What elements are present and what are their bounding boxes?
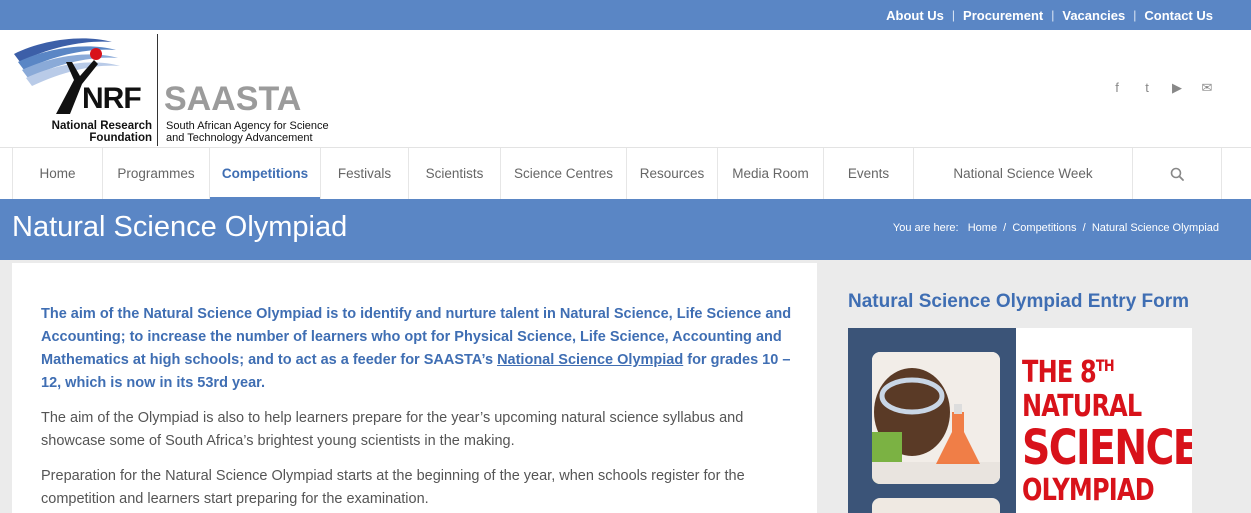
site-logo[interactable]: NRF SAASTA National Research Foundation … <box>12 32 342 146</box>
poster-line-3: SCIENCE <box>1022 420 1192 476</box>
nav-item-home[interactable]: Home <box>13 148 103 199</box>
vacancies-link[interactable]: Vacancies <box>1054 8 1133 23</box>
entry-form-poster[interactable]: THE 8TH NATURAL SCIENCE OLYMPIAD <box>848 328 1192 513</box>
mail-icon[interactable]: ✉ <box>1199 80 1215 96</box>
sidebar-title: Natural Science Olympiad Entry Form <box>848 291 1190 312</box>
poster-photo-child <box>872 352 1000 484</box>
nrf-subtitle-line2: Foundation <box>89 132 152 144</box>
poster-line-1: THE 8TH <box>1022 358 1158 388</box>
saasta-subtitle-line1: South African Agency for Science <box>166 120 329 132</box>
nav-item-media-room[interactable]: Media Room <box>718 148 824 199</box>
youtube-icon[interactable]: ▶ <box>1169 80 1185 96</box>
body-paragraph: Preparation for the Natural Science Olym… <box>41 468 745 507</box>
nav-item-national-science-week[interactable]: National Science Week <box>914 148 1133 199</box>
nav-item-science-centres[interactable]: Science Centres <box>501 148 627 199</box>
intro-paragraph: The aim of the Natural Science Olympiad … <box>41 303 796 395</box>
search-icon <box>1170 167 1184 181</box>
top-utility-bar: About Us | Procurement | Vacancies | Con… <box>0 0 1251 30</box>
procurement-link[interactable]: Procurement <box>955 8 1051 23</box>
social-links: f t ▶ ✉ <box>1109 80 1215 96</box>
about-us-link[interactable]: About Us <box>878 8 952 23</box>
national-science-olympiad-link[interactable]: National Science Olympiad <box>497 352 683 368</box>
breadcrumb-current: Natural Science Olympiad <box>1091 222 1219 234</box>
child-with-flask-image <box>872 352 1000 484</box>
poster-line-1-sup: TH <box>1095 356 1115 375</box>
poster-line-4: OLYMPIAD <box>1022 473 1155 508</box>
poster-title: THE 8TH NATURAL SCIENCE OLYMPIAD <box>1022 358 1192 506</box>
breadcrumb-home[interactable]: Home <box>968 222 997 234</box>
nav-item-resources[interactable]: Resources <box>627 148 718 199</box>
nav-item-competitions[interactable]: Competitions <box>210 148 321 199</box>
logo-divider <box>157 34 158 146</box>
contact-us-link[interactable]: Contact Us <box>1136 8 1221 23</box>
nrf-wordmark: NRF <box>82 82 142 115</box>
poster-line-1-text: THE 8 <box>1022 355 1097 390</box>
page-title: Natural Science Olympiad <box>12 211 348 243</box>
nav-item-scientists[interactable]: Scientists <box>409 148 501 199</box>
nav-search-button[interactable] <box>1133 148 1222 199</box>
nav-item-events[interactable]: Events <box>824 148 914 199</box>
breadcrumb-competitions[interactable]: Competitions <box>1012 222 1076 234</box>
poster-line-2: NATURAL <box>1022 389 1142 424</box>
breadcrumb-prefix: You are here: <box>892 222 959 234</box>
main-navigation: Home Programmes Competitions Festivals S… <box>0 148 1251 199</box>
site-header: NRF SAASTA National Research Foundation … <box>0 30 1251 148</box>
twitter-icon[interactable]: t <box>1139 80 1155 96</box>
saasta-wordmark: SAASTA <box>164 80 302 118</box>
poster-photo-2 <box>872 498 1000 513</box>
top-links: About Us | Procurement | Vacancies | Con… <box>878 0 1221 30</box>
nav-menu: Home Programmes Competitions Festivals S… <box>12 148 1222 199</box>
facebook-icon[interactable]: f <box>1109 80 1125 96</box>
poster-photo-panel <box>848 328 1016 513</box>
sidebar: Natural Science Olympiad Entry Form THE … <box>818 263 1221 513</box>
nav-item-festivals[interactable]: Festivals <box>321 148 409 199</box>
body-paragraph: The aim of the Olympiad is also to help … <box>41 410 744 449</box>
saasta-subtitle: South African Agency for Science and Tec… <box>166 120 329 144</box>
main-content: The aim of the Natural Science Olympiad … <box>12 263 817 513</box>
nrf-subtitle-line1: National Research <box>51 120 152 132</box>
page-title-band: Natural Science Olympiad You are here: H… <box>0 199 1251 260</box>
nrf-subtitle: National Research Foundation <box>12 120 152 144</box>
nav-item-programmes[interactable]: Programmes <box>103 148 210 199</box>
saasta-subtitle-line2: and Technology Advancement <box>166 132 313 144</box>
breadcrumb: You are here: Home / Competitions / Natu… <box>892 222 1219 234</box>
